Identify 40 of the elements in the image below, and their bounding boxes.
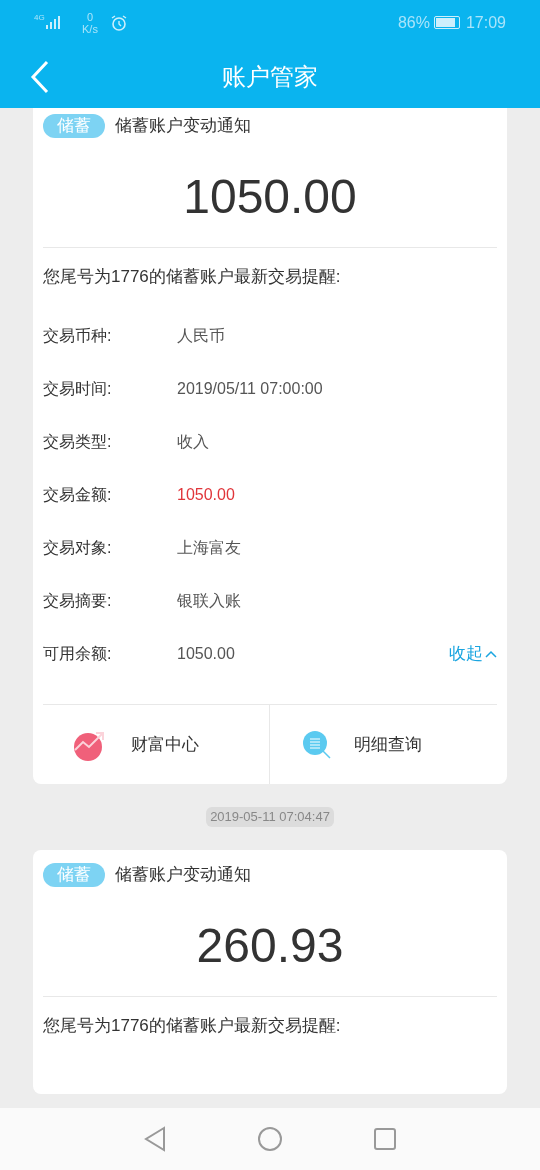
account-tag: 储蓄	[43, 113, 105, 138]
action-button[interactable]: 明细查询	[269, 705, 497, 784]
detail-value: 2019/05/11 07:00:00	[177, 378, 323, 399]
speed-unit: K/s	[82, 22, 98, 35]
alarm-icon	[109, 13, 128, 32]
speed-value: 0	[86, 10, 93, 23]
detail-value: 人民币	[177, 325, 225, 346]
card-title: 储蓄账户变动通知	[115, 115, 251, 137]
nav-recents-button[interactable]	[373, 1127, 397, 1151]
detail-label: 可用余额:	[43, 643, 113, 664]
detail-label: 交易对象:	[43, 537, 113, 558]
detail-label: 交易摘要:	[43, 590, 113, 611]
signal-icon	[46, 16, 60, 29]
action-button[interactable]: 财富中心	[43, 705, 270, 784]
detail-value: 上海富友	[177, 537, 241, 558]
amount: 260.93	[196, 917, 344, 974]
card-title: 储蓄账户变动通知	[115, 864, 251, 886]
battery-icon	[433, 16, 460, 29]
detail-label: 交易金额:	[43, 484, 113, 505]
amount: 1050.00	[183, 168, 357, 225]
timestamp: 2019-05-11 07:04:47	[206, 807, 334, 827]
nav-back-button[interactable]	[143, 1126, 167, 1152]
nav-home-button[interactable]	[257, 1126, 283, 1152]
page-title: 账户管家	[222, 61, 318, 92]
network-type: 4G	[34, 11, 46, 24]
detail-value: 1050.00	[177, 484, 235, 505]
detail-label: 交易币种:	[43, 325, 113, 346]
battery-percent: 86%	[397, 12, 430, 33]
detail-label: 交易时间:	[43, 378, 113, 399]
detail-value: 收入	[177, 431, 209, 452]
clock: 17:09	[465, 12, 506, 33]
account-tag: 储蓄	[43, 862, 105, 887]
detail-value: 银联入账	[177, 590, 241, 611]
list-search-icon	[301, 729, 332, 760]
reminder-text: 您尾号为1776的储蓄账户最新交易提醒:	[43, 1015, 341, 1035]
detail-label: 交易类型:	[43, 431, 113, 452]
detail-value: 1050.00	[177, 643, 235, 664]
reminder-text: 您尾号为1776的储蓄账户最新交易提醒:	[43, 266, 341, 286]
chevron-up-icon	[485, 649, 497, 658]
back-icon	[30, 59, 50, 94]
